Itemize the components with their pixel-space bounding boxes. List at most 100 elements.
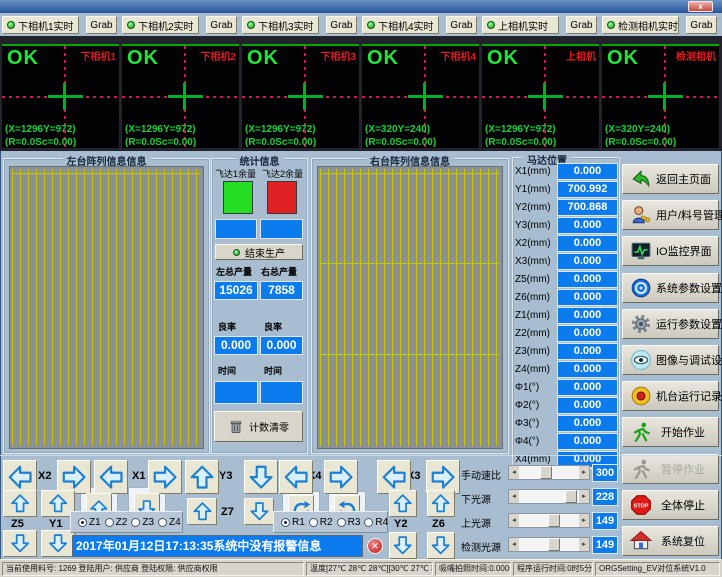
radio-Z3[interactable]: Z3 — [131, 517, 154, 528]
radio-Z1[interactable]: Z1 — [78, 517, 101, 528]
radio-Z4-circle — [158, 518, 167, 527]
nav-system-target-button[interactable]: 系统参数设置 — [622, 273, 719, 303]
message-close-icon[interactable]: ✕ — [367, 538, 383, 554]
slider-thumb[interactable] — [565, 490, 577, 503]
grab-button-3[interactable]: Grab — [326, 16, 357, 34]
slider-track-0[interactable]: ◂ ▸ — [508, 465, 590, 480]
nav-button-label: 图像与调试设置 — [656, 352, 722, 368]
nav-gear-button[interactable]: 运行参数设置 — [622, 309, 719, 339]
trash-icon — [228, 419, 244, 435]
jog-X1-right-button[interactable] — [148, 460, 182, 494]
camera-rotation-scale-text: (R=0.0Sc=0.00) — [485, 137, 556, 148]
jog-X3-left-button[interactable] — [377, 460, 411, 494]
window-close-button[interactable]: x — [688, 1, 713, 12]
radio-R3[interactable]: R3 — [337, 517, 361, 528]
jog-X2-left-button[interactable] — [3, 460, 37, 494]
jog-Y2-up-button[interactable] — [389, 490, 417, 517]
nav-user-key-button[interactable]: 用户/料号管理 — [622, 200, 719, 230]
slider-thumb[interactable] — [548, 514, 560, 527]
grab-label: Grab — [330, 20, 352, 31]
feeder1-label: 飞达1余量 — [215, 167, 256, 180]
jog-X4-right-button[interactable] — [324, 460, 358, 494]
yield-left-label: 良率 — [218, 320, 236, 333]
radio-R1[interactable]: R1 — [281, 517, 305, 528]
slider-right-arrow-icon[interactable]: ▸ — [579, 514, 589, 527]
jog-Z6-down-button[interactable] — [427, 532, 455, 559]
jog-X1-left-button[interactable] — [94, 460, 128, 494]
system-target-icon — [630, 277, 652, 299]
jog-Z7-up-button[interactable] — [187, 498, 217, 525]
slider-right-arrow-icon[interactable]: ▸ — [579, 490, 589, 503]
jog-Y3-down-button[interactable] — [244, 460, 278, 494]
end-production-button[interactable]: 结束生产 — [215, 244, 303, 260]
nav-start-run-button[interactable]: 开始作业 — [622, 417, 719, 447]
jog-Z6-up-button[interactable] — [427, 490, 455, 517]
camera-live-button-4[interactable]: 下相机4实时 — [362, 16, 439, 34]
radio-R4[interactable]: R4 — [364, 517, 388, 528]
camera-view-2[interactable]: OK 下相机2 (X=1296Y=972) (R=0.0Sc=0.00) — [122, 44, 239, 148]
radio-R2[interactable]: R2 — [309, 517, 333, 528]
camera-coordinates-text: (X=1296Y=972) — [125, 124, 196, 135]
radio-R3-label: R3 — [348, 517, 361, 528]
slider-track-1[interactable]: ◂ ▸ — [508, 489, 590, 504]
slider-left-arrow-icon[interactable]: ◂ — [509, 490, 519, 503]
slider-left-arrow-icon[interactable]: ◂ — [509, 538, 519, 551]
status-segment-3: 程序运行时间:0时5分36秒 — [513, 562, 593, 576]
clear-count-button[interactable]: 计数清零 — [214, 411, 303, 442]
jog-Z5-up-button[interactable] — [3, 490, 37, 517]
radio-Z2[interactable]: Z2 — [105, 517, 128, 528]
camera-view-1[interactable]: OK 下相机1 (X=1296Y=972) (R=0.0Sc=0.00) — [2, 44, 119, 148]
jog-Y1-down-button[interactable] — [41, 530, 75, 557]
nav-io-monitor-button[interactable]: IO监控界面 — [622, 236, 719, 266]
camera-view-3[interactable]: OK 下相机3 (X=1296Y=972) (R=0.0Sc=0.00) — [242, 44, 359, 148]
status-led-icon — [607, 21, 615, 29]
slider-track-3[interactable]: ◂ ▸ — [508, 537, 590, 552]
nav-eye-button[interactable]: 图像与调试设置 — [622, 345, 719, 375]
camera-live-button-6[interactable]: 检测相机实时 — [602, 16, 679, 34]
slider-thumb[interactable] — [540, 466, 552, 479]
camera-view-6[interactable]: OK 检测相机 (X=320Y=240) (R=0.0Sc=0.00) — [602, 44, 719, 148]
radio-R1-circle — [281, 518, 290, 527]
slider-track-2[interactable]: ◂ ▸ — [508, 513, 590, 528]
jog-X3-right-button[interactable] — [426, 460, 460, 494]
jog-X2-right-button[interactable] — [57, 460, 91, 494]
camera-live-button-2[interactable]: 下相机2实时 — [122, 16, 199, 34]
slider-right-arrow-icon[interactable]: ▸ — [579, 538, 589, 551]
radio-R2-label: R2 — [320, 517, 333, 528]
jog-Z5-down-button[interactable] — [3, 530, 37, 557]
array-grid-topline — [12, 173, 201, 174]
grab-button-1[interactable]: Grab — [86, 16, 117, 34]
camera-view-4[interactable]: OK 下相机4 (X=320Y=240) (R=0.0Sc=0.00) — [362, 44, 479, 148]
radio-R4-circle — [364, 518, 373, 527]
grab-button-4[interactable]: Grab — [446, 16, 477, 34]
radio-Z1-label: Z1 — [89, 517, 101, 528]
grab-button-6[interactable]: Grab — [686, 16, 717, 34]
slider-left-arrow-icon[interactable]: ◂ — [509, 466, 519, 479]
nav-record-button[interactable]: 机台运行记录 — [622, 381, 719, 411]
motor-axis-label: Z3(mm) — [515, 346, 557, 357]
motor-position-field: 0.000 — [557, 235, 618, 252]
camera-name-label: 上相机 — [566, 48, 596, 63]
camera-live-button-1[interactable]: 下相机1实时 — [2, 16, 79, 34]
slider-left-arrow-icon[interactable]: ◂ — [509, 514, 519, 527]
camera-live-button-5[interactable]: 上相机实时 — [482, 16, 559, 34]
radio-Z4[interactable]: Z4 — [158, 517, 181, 528]
nav-return-arrow-button[interactable]: 返回主页面 — [622, 164, 719, 194]
nav-button-label: 开始作业 — [656, 424, 718, 440]
slider-thumb[interactable] — [548, 538, 560, 551]
jog-X4-left-button[interactable] — [279, 460, 313, 494]
jog-Y2-down-button[interactable] — [389, 532, 417, 559]
grab-button-5[interactable]: Grab — [566, 16, 597, 34]
jog-Y3-up-button[interactable] — [185, 460, 219, 494]
status-led-icon — [487, 21, 495, 29]
slider-label-1: 下光源 — [461, 491, 507, 506]
jog-Z7-down-button[interactable] — [244, 498, 274, 525]
grab-label: Grab — [90, 20, 112, 31]
camera-live-button-3[interactable]: 下相机3实时 — [242, 16, 319, 34]
grab-button-2[interactable]: Grab — [206, 16, 237, 34]
camera-view-5[interactable]: OK 上相机 (X=1296Y=972) (R=0.0Sc=0.00) — [482, 44, 599, 148]
slider-right-arrow-icon[interactable]: ▸ — [579, 466, 589, 479]
camera-live-label: 上相机实时 — [498, 18, 548, 33]
time-left-label: 时间 — [218, 364, 236, 377]
camera-name-label: 检测相机 — [676, 48, 716, 63]
